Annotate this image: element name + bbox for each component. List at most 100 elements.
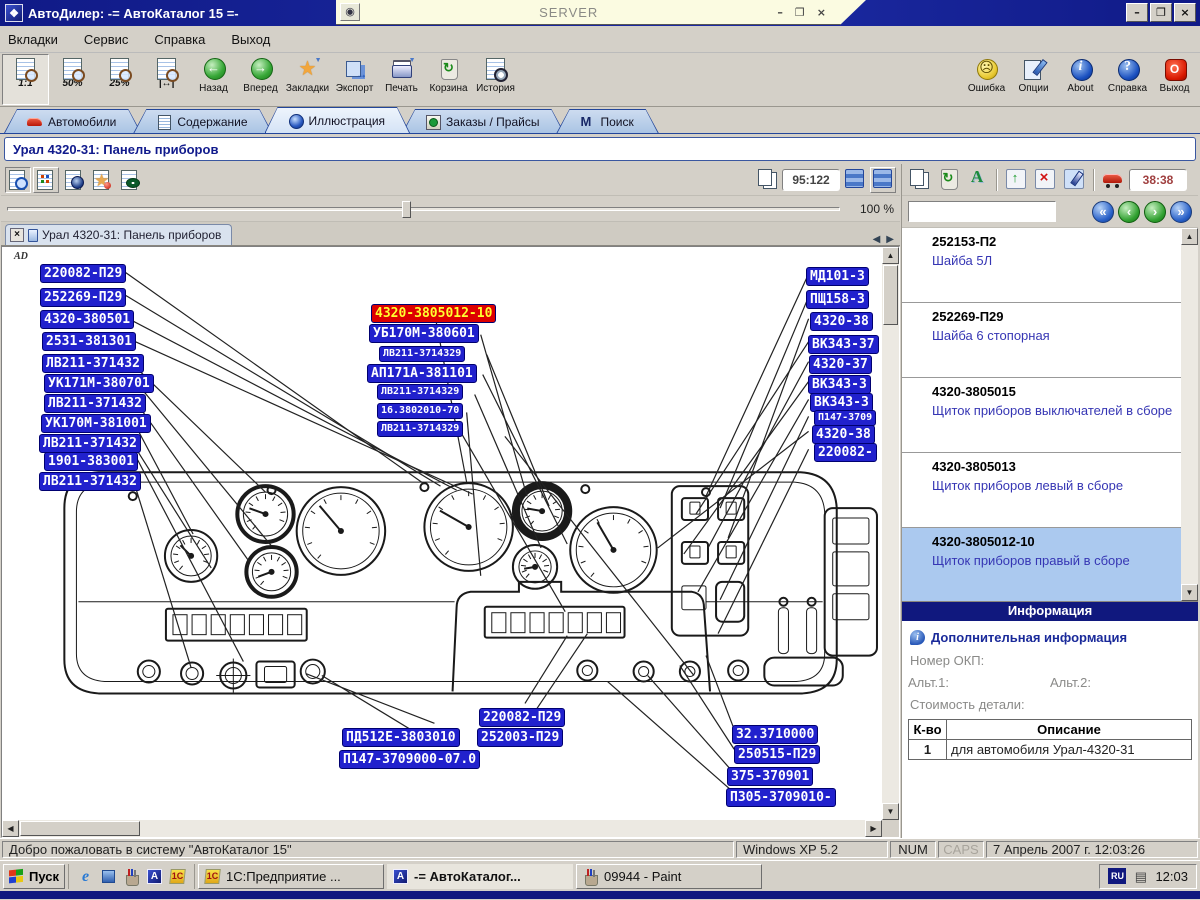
toolbar-button-recycle[interactable]: Корзина xyxy=(425,54,472,105)
edit-button[interactable] xyxy=(1061,167,1087,193)
menu-item-2[interactable]: Сервис xyxy=(84,32,129,47)
part-callout[interactable]: УБ170М-380601 xyxy=(369,324,479,343)
part-callout[interactable]: 16.3802010-70 xyxy=(377,403,463,419)
tab-orders[interactable]: Заказы / Прайсы xyxy=(402,109,564,133)
part-callout[interactable]: ЛВ211-371432 xyxy=(39,472,141,491)
nav-next-button[interactable]: › xyxy=(1144,201,1166,223)
part-callout[interactable]: 4320-38 xyxy=(810,312,873,331)
part-callout[interactable]: 1901-383001 xyxy=(44,452,138,471)
part-list-item[interactable]: 252269-П29Шайба 6 стопорная xyxy=(902,303,1198,378)
font-button[interactable] xyxy=(964,167,990,193)
scrollbar-thumb[interactable] xyxy=(20,821,140,836)
menu-item-3[interactable]: Справка xyxy=(154,32,205,47)
part-callout[interactable]: 220082- xyxy=(814,443,877,462)
part-callout[interactable]: УК171М-380701 xyxy=(44,374,154,393)
nav-first-button[interactable]: « xyxy=(1092,201,1114,223)
part-callout[interactable]: ЛВ211-3714329 xyxy=(377,384,463,400)
part-callout[interactable]: АП171А-381101 xyxy=(367,364,477,383)
part-callout[interactable]: 252269-П29 xyxy=(40,288,126,307)
copy-part-button[interactable] xyxy=(906,167,932,193)
part-callout[interactable]: П147-3709000-07.0 xyxy=(339,750,480,769)
part-callout[interactable]: 4320-37 xyxy=(809,355,872,374)
zoom-tool-button[interactable] xyxy=(5,167,31,193)
toolbar-button-zoom-25[interactable]: 25% xyxy=(96,54,143,105)
vehicle-button[interactable] xyxy=(1100,167,1126,193)
document-tab[interactable]: × Урал 4320-31: Панель приборов xyxy=(5,224,232,245)
zoom-slider-thumb[interactable] xyxy=(402,201,411,218)
part-callout[interactable]: 32.3710000 xyxy=(732,725,818,744)
part-callout[interactable]: 250515-П29 xyxy=(734,745,820,764)
thumbs-button[interactable] xyxy=(33,167,59,193)
toolbar-button-bookmarks[interactable]: Закладки xyxy=(284,54,331,105)
quick-launch-ie-icon[interactable] xyxy=(77,868,94,885)
tab-illustration[interactable]: Иллюстрация xyxy=(265,107,411,133)
task-button-ad[interactable]: -= АвтоКаталог... xyxy=(387,864,573,889)
scroll-left-icon[interactable]: ◀ xyxy=(2,820,19,837)
window-close-button[interactable]: × xyxy=(1174,3,1196,22)
star-button[interactable] xyxy=(89,167,115,193)
rdp-pin-icon[interactable]: ◉ xyxy=(340,3,360,21)
part-callout[interactable]: ВК343-37 xyxy=(808,335,879,354)
part-callout[interactable]: П147-3709 xyxy=(814,410,876,426)
quick-launch-desk-icon[interactable] xyxy=(100,868,117,885)
illustration-canvas[interactable]: AD 220082-П29252269-П294320-3805012531-3… xyxy=(2,247,882,820)
part-callout[interactable]: 220082-П29 xyxy=(40,264,126,283)
part-callout[interactable]: ВК343-3 xyxy=(808,375,871,394)
quick-launch-ad-icon[interactable] xyxy=(146,868,163,885)
toolbar-button-forward[interactable]: Вперед xyxy=(237,54,284,105)
tab-contents[interactable]: Содержание xyxy=(133,109,272,133)
part-callout[interactable]: ЛВ211-371432 xyxy=(44,394,146,413)
vertical-scrollbar[interactable]: ▲ ▼ xyxy=(882,247,899,820)
close-icon[interactable]: × xyxy=(10,228,24,242)
toolbar-button-zoom-50[interactable]: 50% xyxy=(49,54,96,105)
part-callout[interactable]: МД101-3 xyxy=(806,267,869,286)
scrollbar-thumb[interactable] xyxy=(883,265,898,325)
scroll-down-icon[interactable]: ▼ xyxy=(882,803,899,820)
task-button-1c[interactable]: 1С:Предприятие ... xyxy=(198,864,384,889)
part-callout[interactable]: ЛВ211-371432 xyxy=(39,434,141,453)
toolbar-button-export[interactable]: Экспорт xyxy=(331,54,378,105)
server-minimize-button[interactable]: – xyxy=(777,6,783,19)
part-list-item[interactable]: 4320-3805013Щиток приборов левый в сборе xyxy=(902,453,1198,528)
part-callout[interactable]: 4320-38 xyxy=(812,425,875,444)
part-callout[interactable]: 220082-П29 xyxy=(479,708,565,727)
part-list-item[interactable]: 252153-П2Шайба 5Л xyxy=(902,228,1198,303)
tab-scroll-right-icon[interactable]: ▶ xyxy=(886,234,894,245)
toolbar-button-zoom-fit[interactable]: |↔| xyxy=(143,54,190,105)
menu-item-1[interactable]: Вкладки xyxy=(8,32,58,47)
toolbar-button-zoom-actual[interactable]: 1:1 xyxy=(2,54,49,105)
part-callout[interactable]: 375-370901 xyxy=(727,767,813,786)
horizontal-scrollbar[interactable]: ◀ ▶ xyxy=(2,820,882,837)
nav-previous-button[interactable]: ‹ xyxy=(1118,201,1140,223)
nav-last-button[interactable]: » xyxy=(1170,201,1192,223)
server-close-button[interactable]: × xyxy=(817,6,826,19)
part-callout[interactable]: ЛВ211-3714329 xyxy=(379,346,465,362)
layout-panels-button[interactable] xyxy=(842,167,868,193)
list-scrollbar[interactable]: ▲ ▼ xyxy=(1181,228,1198,601)
part-list-item[interactable]: 4320-3805015Щиток приборов выключателей … xyxy=(902,378,1198,453)
menu-item-4[interactable]: Выход xyxy=(231,32,270,47)
server-restore-button[interactable]: ❐ xyxy=(795,6,805,19)
part-callout[interactable]: ПД512Е-3803010 xyxy=(342,728,460,747)
window-minimize-button[interactable]: – xyxy=(1126,3,1148,22)
part-callout[interactable]: ЛВ211-371432 xyxy=(42,354,144,373)
part-callout[interactable]: 252003-П29 xyxy=(477,728,563,747)
toolbar-button-print[interactable]: Печать xyxy=(378,54,425,105)
part-callout[interactable]: 4320-3805012-10 xyxy=(371,304,496,323)
part-callout[interactable]: П305-3709010- xyxy=(726,788,836,807)
copy-illustration-button[interactable] xyxy=(754,167,780,193)
toolbar-button-error[interactable]: Ошибка xyxy=(963,54,1010,105)
part-callout[interactable]: УК170М-381001 xyxy=(41,414,151,433)
delete-button[interactable] xyxy=(1032,167,1058,193)
start-button[interactable]: Пуск xyxy=(3,864,65,889)
quick-launch-paint-icon[interactable] xyxy=(123,868,140,885)
part-callout[interactable]: 4320-380501 xyxy=(40,310,134,329)
quick-launch-1c-icon[interactable] xyxy=(169,868,186,885)
part-callout[interactable]: ЛВ211-3714329 xyxy=(377,421,463,437)
move-up-button[interactable] xyxy=(1003,167,1029,193)
scroll-down-icon[interactable]: ▼ xyxy=(1181,584,1198,601)
tab-cars[interactable]: Автомобили xyxy=(4,109,141,133)
zoom-slider-track[interactable] xyxy=(7,207,840,211)
photo-button[interactable] xyxy=(61,167,87,193)
scroll-right-icon[interactable]: ▶ xyxy=(865,820,882,837)
